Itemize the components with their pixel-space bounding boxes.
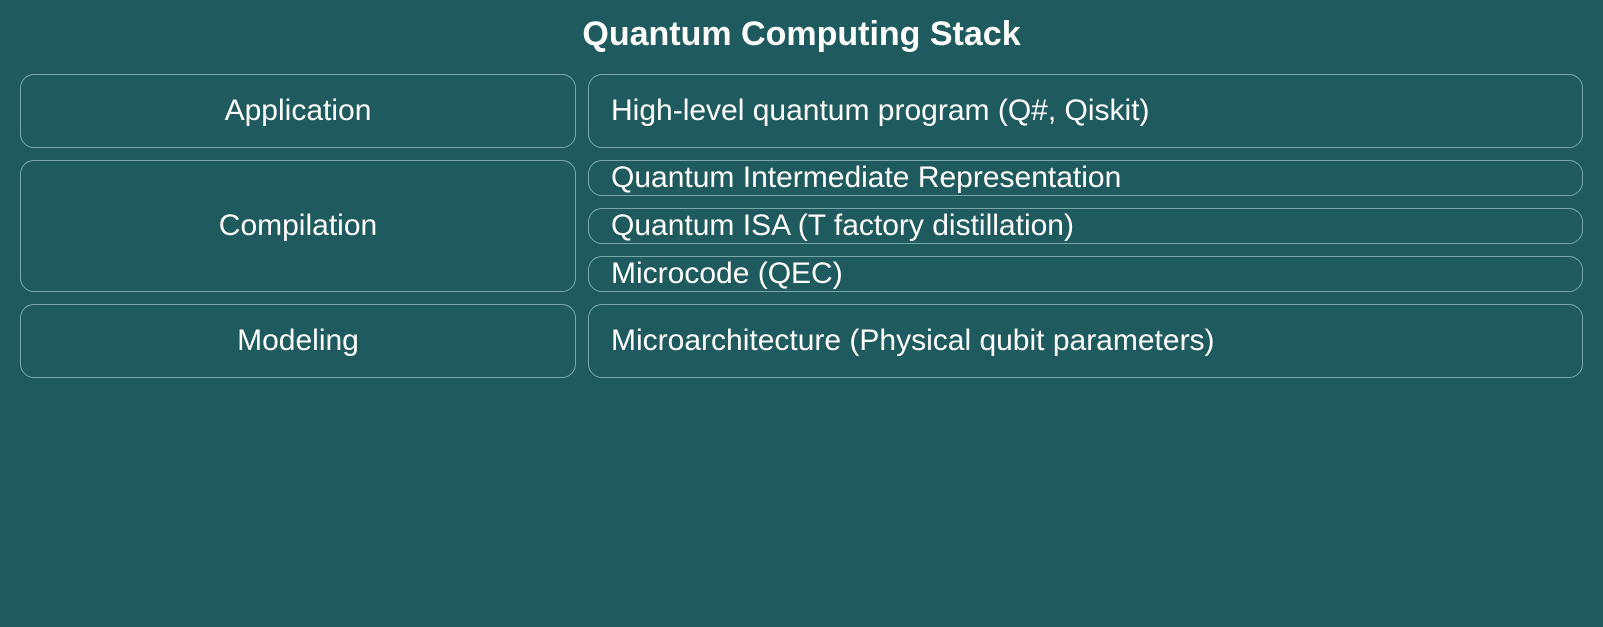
category-cell-application: Application	[20, 74, 576, 148]
item-label: Quantum ISA (T factory distillation)	[611, 209, 1074, 243]
diagram-title: Quantum Computing Stack	[20, 15, 1583, 54]
item-cell: Microarchitecture (Physical qubit parame…	[588, 304, 1583, 378]
item-label: Microarchitecture (Physical qubit parame…	[611, 324, 1215, 358]
compilation-items: Quantum Intermediate Representation Quan…	[588, 160, 1583, 292]
item-label: Quantum Intermediate Representation	[611, 161, 1121, 195]
category-label: Modeling	[237, 324, 359, 358]
category-cell-compilation: Compilation	[20, 160, 576, 292]
stack-row-compilation: Compilation Quantum Intermediate Represe…	[20, 160, 1583, 292]
category-cell-modeling: Modeling	[20, 304, 576, 378]
item-cell: Quantum ISA (T factory distillation)	[588, 208, 1583, 244]
category-label: Application	[225, 94, 372, 128]
item-cell: High-level quantum program (Q#, Qiskit)	[588, 74, 1583, 148]
item-cell: Microcode (QEC)	[588, 256, 1583, 292]
stack-row-application: Application High-level quantum program (…	[20, 74, 1583, 148]
item-label: Microcode (QEC)	[611, 257, 843, 291]
stack-row-modeling: Modeling Microarchitecture (Physical qub…	[20, 304, 1583, 378]
stack-container: Application High-level quantum program (…	[20, 74, 1583, 378]
item-label: High-level quantum program (Q#, Qiskit)	[611, 94, 1150, 128]
item-cell: Quantum Intermediate Representation	[588, 160, 1583, 196]
category-label: Compilation	[219, 209, 377, 243]
